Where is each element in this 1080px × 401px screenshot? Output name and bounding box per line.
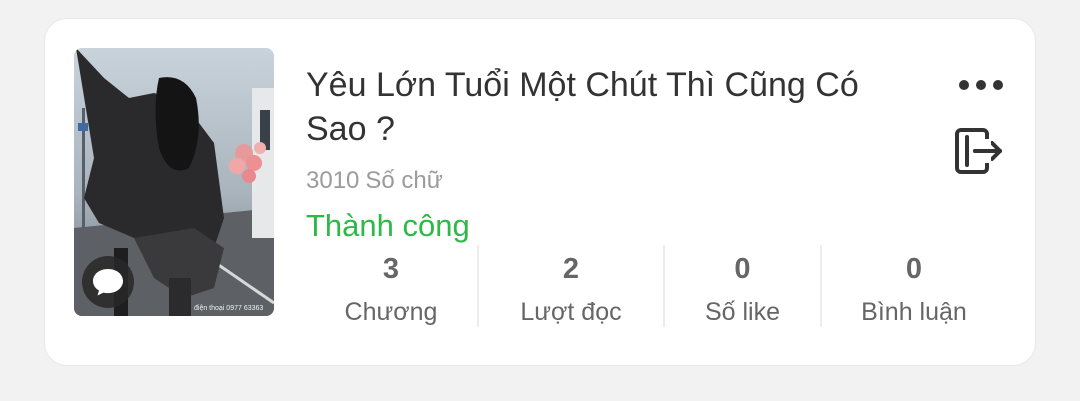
story-title[interactable]: Yêu Lớn Tuổi Một Chút Thì Cũng Có Sao ? [306, 63, 926, 151]
stat-value: 0 [734, 253, 751, 285]
story-card[interactable]: điện thoại 0977 63363 Yêu Lớn Tuổi Một C… [45, 19, 1035, 365]
stat-likes[interactable]: 0 Số like [665, 243, 820, 329]
story-cover-image[interactable]: điện thoại 0977 63363 [74, 48, 274, 316]
stat-reads[interactable]: 2 Lượt đọc [479, 243, 663, 329]
exit-icon [955, 128, 1002, 174]
stat-label: Chương [344, 298, 438, 326]
status-label: Thành công [306, 208, 470, 243]
more-options-button[interactable] [951, 67, 1011, 103]
stat-chapters[interactable]: 3 Chương [306, 243, 476, 329]
stat-value: 0 [905, 253, 923, 285]
word-count-label: Số chữ [365, 167, 443, 194]
stat-value: 2 [562, 253, 580, 285]
word-count: 3010 Số chữ [306, 167, 443, 195]
stat-label: Lượt đọc [520, 298, 622, 326]
more-horizontal-icon [959, 80, 1003, 90]
exit-button[interactable] [953, 125, 1009, 181]
stat-label: Số like [704, 298, 781, 326]
stats-row: 3 Chương 2 Lượt đọc 0 Số like 0 Bình luậ… [306, 243, 1006, 329]
cover-caption: điện thoại 0977 63363 [194, 305, 263, 312]
stat-comments[interactable]: 0 Bình luận [822, 243, 1006, 329]
comment-button[interactable] [82, 256, 134, 308]
stat-label: Bình luận [861, 298, 967, 326]
chat-bubble-icon [93, 269, 123, 296]
stat-value: 3 [382, 253, 400, 285]
word-count-value: 3010 [306, 167, 360, 194]
